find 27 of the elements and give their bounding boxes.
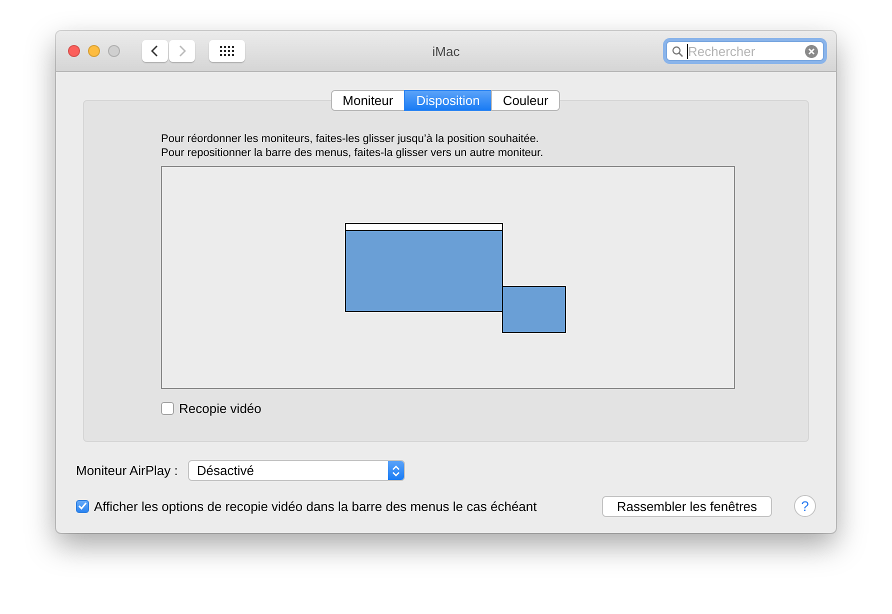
checkbox[interactable] <box>76 500 89 512</box>
chevron-right-icon <box>178 45 186 57</box>
window-title: iMac <box>432 44 460 58</box>
minimize-button[interactable] <box>88 45 100 57</box>
search-icon <box>672 46 683 56</box>
checkmark-icon <box>78 502 87 510</box>
tab[interactable]: Moniteur <box>330 90 406 111</box>
checkbox[interactable] <box>161 402 174 415</box>
chevron-left-icon <box>151 45 159 57</box>
back-button[interactable] <box>142 40 168 62</box>
checkbox-label: Afficher les options de recopie vidéo dans la barre des menus le cas échéant <box>94 498 537 514</box>
gather-windows-button[interactable]: Rassembler les fenêtres <box>602 496 772 516</box>
up-down-arrows-icon <box>392 464 400 476</box>
checkbox-label: Recopie vidéo <box>179 401 262 416</box>
clear-icon[interactable] <box>805 44 818 58</box>
instruction-text: Pour réordonner les moniteurs, faites-les glisser jusqu’à la position souhaitée. <box>161 132 540 146</box>
airplay-popup[interactable]: Désactivé <box>188 460 405 481</box>
tab[interactable]: Couleur <box>490 90 560 111</box>
airplay-label: Moniteur AirPlay : <box>76 463 178 478</box>
display-thumbnail[interactable] <box>345 223 503 312</box>
search-field[interactable]: Rechercher <box>666 41 824 61</box>
display-thumbnail[interactable] <box>502 286 566 333</box>
close-button[interactable] <box>68 45 80 57</box>
help-button[interactable]: ? <box>794 495 816 517</box>
instruction-text: Pour repositionner la barre des menus, faites-la glisser vers un autre moniteur. <box>161 146 544 160</box>
show-all-button[interactable] <box>209 40 245 62</box>
grid-icon <box>220 46 234 56</box>
